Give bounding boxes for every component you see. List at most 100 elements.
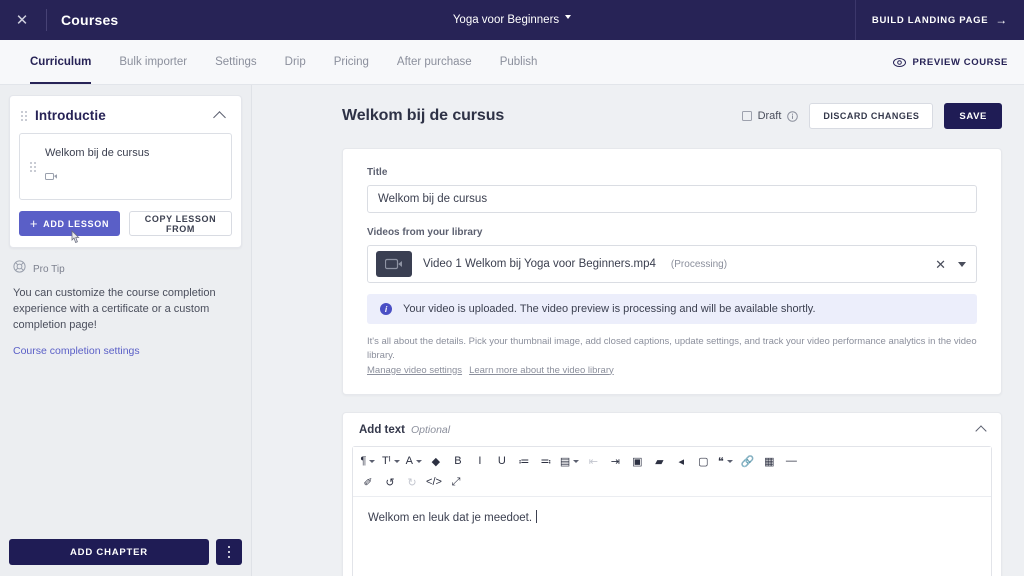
draft-toggle[interactable]: Draft <box>741 110 799 122</box>
icon-glyph: 🔗 <box>740 455 755 468</box>
main-header: Welkom bij de cursus Draft DISCARD CHANG… <box>342 101 1002 131</box>
build-landing-page-button[interactable]: BUILD LANDING PAGE → <box>856 0 1024 40</box>
chevron-down-icon <box>726 459 733 463</box>
icon-glyph: ▦ <box>764 455 775 468</box>
bold-icon[interactable]: B <box>447 451 469 472</box>
rich-text-editor: ¶ Tᴵ A ◆ B I U ≔ ≕ ▤ ⇤ ⇥ ▣ ▰ ◂ ▢ ❝ 🔗 ▦ — ✐ ↺ ↻ </> ⤢ Welkom en … <box>352 445 992 576</box>
main-inner: Welkom bij de cursus Draft DISCARD CHANG… <box>342 101 1002 576</box>
tab-after-purchase[interactable]: After purchase <box>383 40 486 84</box>
insert-link-icon[interactable]: 🔗 <box>736 451 758 472</box>
insert-video-icon[interactable]: ▰ <box>648 451 670 472</box>
redo-icon: ↻ <box>401 472 423 493</box>
chevron-down-icon <box>573 459 580 463</box>
insert-image-icon[interactable]: ▣ <box>626 451 648 472</box>
tab-curriculum[interactable]: Curriculum <box>16 40 105 84</box>
tab-settings[interactable]: Settings <box>201 40 271 84</box>
icon-glyph: U <box>497 455 506 467</box>
draft-checkbox[interactable] <box>741 111 752 121</box>
insert-file-icon[interactable]: ▢ <box>692 451 714 472</box>
horizontal-rule-icon[interactable]: — <box>780 451 802 472</box>
clear-formatting-icon[interactable]: ✐ <box>357 472 379 493</box>
italic-icon[interactable]: I <box>469 451 491 472</box>
chevron-up-icon[interactable] <box>975 425 987 437</box>
video-actions: ✕ <box>935 258 966 271</box>
chevron-up-icon[interactable] <box>213 111 226 124</box>
course-completion-settings-link[interactable]: Course completion settings <box>13 345 140 357</box>
indent-icon[interactable]: ⇥ <box>604 451 626 472</box>
remove-video-icon[interactable]: ✕ <box>935 258 946 271</box>
copy-lesson-from-button[interactable]: COPY LESSON FROM <box>129 211 232 236</box>
bulleted-list-icon[interactable]: ≔ <box>513 451 535 472</box>
video-status: (Processing) <box>670 258 728 270</box>
video-row[interactable]: Video 1 Welkom bij Yoga voor Beginners.m… <box>367 245 977 283</box>
underline-icon[interactable]: U <box>491 451 513 472</box>
tab-list: Curriculum Bulk importer Settings Drip Prici… <box>0 40 551 84</box>
insert-table-icon[interactable]: ▦ <box>758 451 780 472</box>
editor-toolbar-row-1: ¶ Tᴵ A ◆ B I U ≔ ≕ ▤ ⇤ ⇥ ▣ ▰ ◂ ▢ ❝ 🔗 ▦ — <box>353 451 991 472</box>
font-family-icon[interactable]: A <box>403 451 425 472</box>
code-view-icon[interactable]: </> <box>423 472 445 493</box>
text-color-icon[interactable]: ◆ <box>425 451 447 472</box>
undo-icon[interactable]: ↺ <box>379 472 401 493</box>
fullscreen-icon[interactable]: ⤢ <box>445 472 467 493</box>
sidebar-footer: ADD CHAPTER <box>9 539 242 565</box>
icon-glyph: </> <box>426 476 442 488</box>
insert-audio-icon[interactable]: ◂ <box>670 451 692 472</box>
video-camera-icon <box>45 168 149 186</box>
video-helper-block: It's all about the details. Pick your th… <box>367 335 977 376</box>
video-field-label: Videos from your library <box>367 227 483 238</box>
icon-glyph: ≔ <box>518 455 530 468</box>
icon-glyph: ↺ <box>385 476 395 489</box>
info-icon: i <box>380 303 392 315</box>
icon-glyph: ◂ <box>678 455 685 468</box>
courses-label[interactable]: Courses <box>61 12 118 28</box>
manage-video-settings-link[interactable]: Manage video settings <box>367 365 462 376</box>
tab-publish[interactable]: Publish <box>486 40 552 84</box>
more-vertical-icon[interactable] <box>216 539 242 565</box>
align-icon[interactable]: ▤ <box>557 451 582 472</box>
preview-course-button[interactable]: PREVIEW COURSE <box>892 57 1009 68</box>
main-header-actions: Draft DISCARD CHANGES SAVE <box>741 103 1002 129</box>
curriculum-sidebar: Introductie Welkom bij de cursus + ADD L… <box>0 85 252 576</box>
title-input[interactable] <box>367 185 977 213</box>
top-navigation-bar: ✕ Courses Yoga voor Beginners BUILD LAND… <box>0 0 1024 40</box>
editor-content-area[interactable]: Welkom en leuk dat je meedoet. <box>353 497 991 576</box>
quote-icon[interactable]: ❝ <box>714 451 736 472</box>
drag-handle-icon[interactable] <box>21 110 27 121</box>
chevron-down-icon <box>393 459 400 463</box>
icon-glyph: B <box>454 455 462 467</box>
course-name-dropdown[interactable]: Yoga voor Beginners <box>453 14 572 26</box>
chevron-down-icon[interactable] <box>958 261 966 267</box>
tab-pricing[interactable]: Pricing <box>320 40 383 84</box>
save-button[interactable]: SAVE <box>944 103 1002 129</box>
editor-toolbar-row-2: ✐ ↺ ↻ </> ⤢ <box>353 472 991 493</box>
info-circle-icon[interactable] <box>787 110 799 122</box>
paragraph-format-icon[interactable]: ¶ <box>357 451 379 472</box>
icon-glyph: ✐ <box>363 476 373 489</box>
tab-drip[interactable]: Drip <box>271 40 320 84</box>
close-icon[interactable]: ✕ <box>12 10 32 30</box>
tab-bar: Curriculum Bulk importer Settings Drip Prici… <box>0 40 1024 85</box>
numbered-list-icon[interactable]: ≕ <box>535 451 557 472</box>
icon-glyph: ⇤ <box>588 455 598 468</box>
main-content: Welkom bij de cursus Draft DISCARD CHANG… <box>252 85 1024 576</box>
drag-handle-icon[interactable] <box>30 161 36 172</box>
font-size-icon[interactable]: Tᴵ <box>379 451 403 472</box>
lesson-item[interactable]: Welkom bij de cursus <box>19 133 232 200</box>
chapter-title: Introductie <box>35 108 106 123</box>
chapter-header: Introductie <box>19 106 232 133</box>
tab-bulk-importer[interactable]: Bulk importer <box>105 40 201 84</box>
tab-label: Curriculum <box>30 56 92 68</box>
add-lesson-button[interactable]: + ADD LESSON <box>19 211 120 244</box>
video-processing-banner: i Your video is uploaded. The video prev… <box>367 294 977 324</box>
icon-glyph: I <box>478 455 482 467</box>
discard-changes-button[interactable]: DISCARD CHANGES <box>809 103 934 129</box>
pro-tip-label: Pro Tip <box>33 263 65 275</box>
icon-glyph: ▢ <box>698 455 709 468</box>
chevron-down-icon <box>565 15 572 19</box>
learn-more-video-library-link[interactable]: Learn more about the video library <box>469 365 614 376</box>
add-chapter-button[interactable]: ADD CHAPTER <box>9 539 209 565</box>
icon-glyph: ▤ <box>559 455 571 468</box>
lesson-body: Welkom bij de cursus <box>45 147 149 186</box>
add-text-title: Add text <box>359 423 405 436</box>
